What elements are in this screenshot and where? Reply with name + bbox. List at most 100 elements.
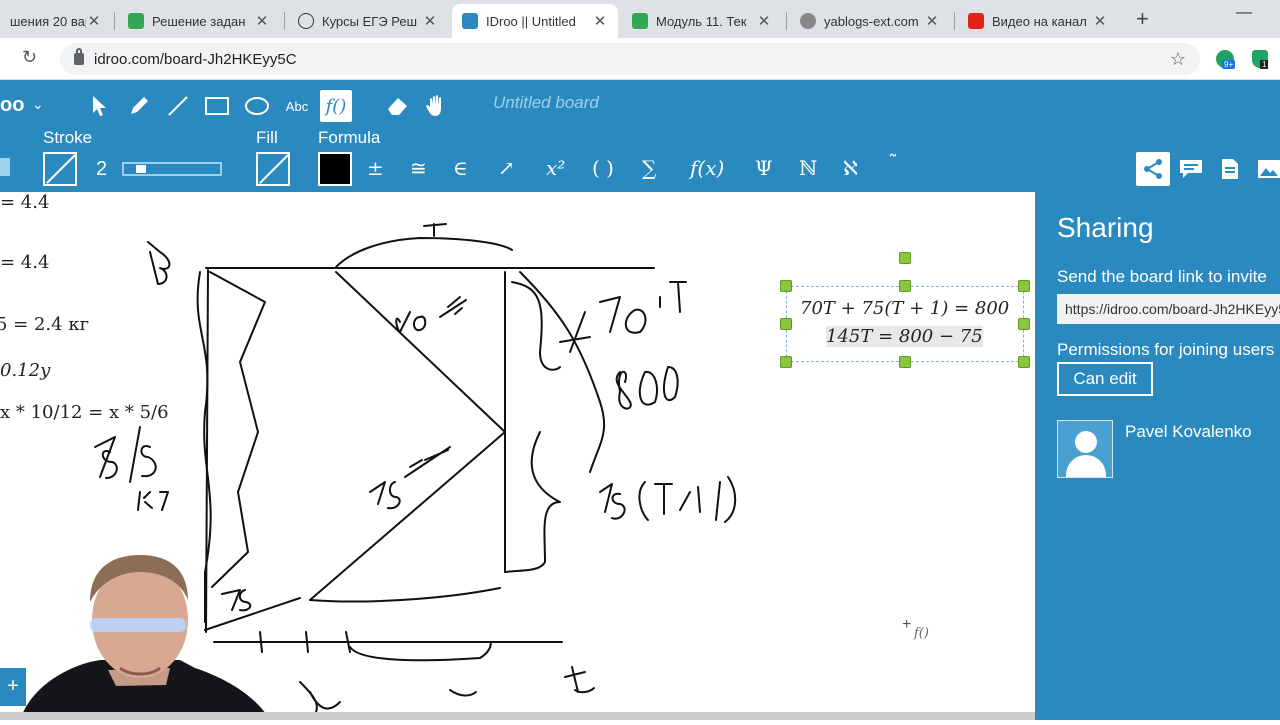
idroo-favicon-icon [462,13,478,29]
sum-button[interactable]: ∑ [642,156,656,180]
browser-tab[interactable]: шения 20 вар ✕ [0,4,112,38]
add-button[interactable]: + [0,668,26,706]
resize-handle[interactable] [780,356,792,368]
board-link-field[interactable] [1057,294,1280,324]
board-title[interactable]: Untitled board [493,93,599,113]
formula-tool-button[interactable]: f() [320,90,352,122]
rectangle-tool-icon[interactable] [201,90,233,122]
browser-tab[interactable]: Курсы ЕГЭ Реш ✕ [288,4,448,38]
invite-text: Send the board link to invite [1057,267,1267,286]
horizontal-scrollbar[interactable] [0,712,1035,720]
user-name: Pavel Kovalenko [1125,422,1252,441]
webcam-overlay [20,550,270,720]
formula-color-swatch[interactable] [318,152,352,186]
tab-title: IDroo || Untitled [486,13,576,29]
tab-title: Курсы ЕГЭ Реш [322,13,418,29]
browser-tab-active[interactable]: IDroo || Untitled ✕ [452,4,618,38]
close-icon[interactable]: ✕ [86,12,102,30]
resize-handle[interactable] [1018,356,1030,368]
resize-handle[interactable] [899,280,911,292]
eraser-tool-icon[interactable] [381,90,413,122]
tilde-button[interactable]: ˜ [888,150,898,174]
browser-tab[interactable]: Модуль 11. Тек ✕ [622,4,782,38]
address-bar: ↻ idroo.com/board-Jh2HKEyy5C ☆ 9+ 1 [0,38,1280,80]
close-icon[interactable]: ✕ [254,12,270,30]
line-tool-icon[interactable] [162,90,194,122]
image-icon[interactable] [1252,152,1280,186]
slider-knob[interactable] [136,165,146,173]
extension-shield-icon[interactable]: 1 [1252,50,1269,69]
function-button[interactable]: f(x) [690,156,724,180]
fill-label: Fill [256,128,278,147]
brackets-button[interactable]: ( ) [592,156,614,180]
chevron-down-icon[interactable]: ⌄ [32,96,44,113]
tab-title: шения 20 вар [10,13,86,29]
stroke-width-slider[interactable] [122,162,222,176]
resize-handle[interactable] [899,356,911,368]
browser-tab-bar: шения 20 вар ✕ Решение задан ✕ Курсы ЕГЭ… [0,0,1280,38]
arrow-button[interactable]: ↗ [498,156,515,180]
resize-handle[interactable] [1018,318,1030,330]
courses-favicon-icon [298,13,314,29]
browser-tab[interactable]: Видео на канал ✕ [958,4,1118,38]
close-icon[interactable]: ✕ [422,12,438,30]
tab-title: yablogs-ext.com [824,13,919,29]
module-favicon-icon [632,13,648,29]
element-of-button[interactable]: ∈ [453,156,468,180]
new-tab-button[interactable]: + [1136,6,1149,32]
resize-handle[interactable] [1018,280,1030,292]
congruent-button[interactable]: ≅ [410,156,427,180]
close-icon[interactable]: ✕ [924,12,940,30]
stroke-width-value: 2 [96,158,108,180]
close-icon[interactable]: ✕ [1092,12,1108,30]
can-edit-button[interactable]: Can edit [1057,362,1153,396]
close-icon[interactable]: ✕ [592,12,608,30]
select-tool-icon[interactable] [84,90,116,122]
tab-title: Видео на канал [992,13,1087,29]
aleph-button[interactable]: ℵ [843,156,858,180]
crosshair-cursor-icon: + [902,616,912,633]
close-icon[interactable]: ✕ [756,12,772,30]
naturals-button[interactable]: ℕ [799,156,817,180]
stroke-color-swatch[interactable] [43,152,77,186]
sharing-panel: Sharing Send the board link to invite Pe… [1035,192,1280,720]
minimize-button[interactable]: — [1236,4,1252,22]
psi-button[interactable]: Ψ [755,156,773,180]
ellipse-tool-icon[interactable] [241,90,273,122]
share-icon[interactable] [1136,152,1170,186]
formula-label: Formula [318,128,381,147]
resize-handle[interactable] [780,280,792,292]
plus-minus-button[interactable]: ± [367,156,384,180]
globe-icon [800,13,816,29]
formula-equation-1[interactable]: 70T + 75(T + 1) = 800 [800,298,1009,319]
youtube-icon [968,13,984,29]
stroke-label: Stroke [43,128,93,147]
panel-title: Sharing [1057,212,1154,243]
browser-tab[interactable]: yablogs-ext.com ✕ [790,4,950,38]
omnibox[interactable]: idroo.com/board-Jh2HKEyy5C ☆ [60,43,1200,75]
hand-tool-icon[interactable] [420,90,452,122]
app-logo[interactable]: oo [0,94,24,117]
extension-icon[interactable]: 9+ [1216,50,1236,69]
chat-icon[interactable] [1174,152,1208,186]
egе-favicon-icon [128,13,144,29]
url-text: idroo.com/board-Jh2HKEyy5C [94,50,297,68]
cursor-formula-label: f() [914,626,929,641]
superscript-button[interactable]: x² [546,156,565,180]
app-toolbar: oo ⌄ Abc f() Untitled board Stroke 2 Fil… [0,80,1280,192]
reload-icon[interactable]: ↻ [22,47,37,68]
document-icon[interactable] [1213,152,1247,186]
resize-handle[interactable] [780,318,792,330]
pencil-tool-icon[interactable] [123,90,155,122]
rotate-handle[interactable] [899,252,911,264]
tab-title: Решение задан [152,13,246,29]
formula-equation-2[interactable]: 145T = 800 − 75 [826,326,983,347]
fill-color-swatch[interactable] [256,152,290,186]
tab-title: Модуль 11. Тек [656,13,747,29]
flag-icon[interactable] [0,158,10,176]
bookmark-star-icon[interactable]: ☆ [1170,49,1186,70]
lock-icon [74,48,84,65]
browser-tab[interactable]: Решение задан ✕ [118,4,280,38]
permissions-text: Permissions for joining users [1057,340,1275,359]
text-tool-button[interactable]: Abc [281,90,313,122]
